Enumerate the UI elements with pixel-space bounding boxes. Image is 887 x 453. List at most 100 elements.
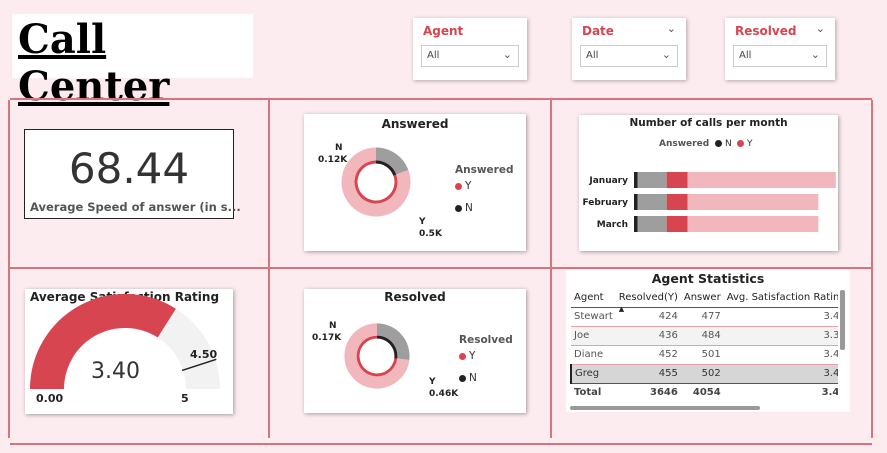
title-box: Call Center bbox=[12, 14, 253, 110]
table-header-row: Agent Resolved(Y) ▲ Answer Avg. Satisfact… bbox=[571, 288, 838, 313]
cell-agent: Greg bbox=[570, 364, 616, 383]
legend-dot-y bbox=[459, 352, 466, 360]
bar-segment[interactable] bbox=[687, 194, 819, 210]
cell-resolved: 436 bbox=[658, 330, 678, 341]
kpi-value: 68.44 bbox=[68, 144, 190, 193]
answered-y-value: 0.5K bbox=[419, 229, 442, 239]
column-header-satisfaction[interactable]: Avg. Satisfaction Ratin bbox=[724, 288, 838, 307]
chevron-down-icon[interactable]: ⌄ bbox=[816, 22, 825, 35]
date-slicer-label: Date bbox=[582, 24, 614, 38]
table-row[interactable]: Joe 436 484 3.3 bbox=[571, 326, 838, 345]
bar-segment[interactable] bbox=[634, 172, 638, 188]
resolved-title: Resolved bbox=[384, 290, 446, 304]
divider-right bbox=[871, 100, 873, 438]
cell-satisfaction: 3.4 bbox=[823, 368, 838, 379]
gauge-value: 3.40 bbox=[91, 359, 140, 384]
table-row[interactable]: Stewart 424 477 3.4 bbox=[571, 307, 838, 326]
gauge-max: 5 bbox=[181, 392, 189, 405]
date-dropdown-value: All bbox=[586, 50, 599, 61]
bar-segment[interactable] bbox=[687, 216, 819, 232]
bar-segment[interactable] bbox=[637, 194, 667, 210]
monthly-card: Number of calls per month Answered N Y J… bbox=[579, 115, 838, 251]
resolved-dropdown[interactable]: All ⌄ bbox=[733, 45, 827, 67]
gauge-target-label: 4.50 bbox=[190, 348, 218, 361]
resolved-legend-title: Resolved bbox=[459, 334, 513, 346]
cell-total-answer: 4054 bbox=[692, 387, 721, 399]
bar-segment[interactable] bbox=[634, 194, 638, 210]
sort-ascending-icon: ▲ bbox=[618, 304, 625, 313]
chevron-down-icon: ⌄ bbox=[810, 48, 820, 61]
gauge-min: 0.00 bbox=[36, 392, 64, 405]
chevron-down-icon[interactable]: ⌄ bbox=[667, 22, 676, 35]
bar-segment[interactable] bbox=[666, 194, 688, 210]
answered-n-label: N bbox=[335, 143, 343, 153]
cell-satisfaction: 3.3 bbox=[823, 330, 838, 341]
answered-n-value: 0.12K bbox=[318, 155, 348, 165]
cell-answer: 477 bbox=[701, 311, 721, 322]
kpi-card: 68.44 Average Speed of answer (in s... bbox=[24, 129, 241, 219]
column-header-answer[interactable]: Answer bbox=[681, 288, 724, 307]
bar-segment[interactable] bbox=[666, 172, 688, 188]
table-total-row: Total 3646 4054 3.4 bbox=[571, 383, 838, 402]
cell-resolved: 455 bbox=[658, 368, 678, 379]
agent-stats-card: Agent Statistics Agent Resolved(Y) ▲ Answ… bbox=[566, 270, 850, 412]
gauge-card: Average Satisfaction Rating 3.40 0.00 5 … bbox=[25, 289, 233, 414]
answered-card: Answered N 0.12K Y 0.5K Answered Y N bbox=[304, 114, 526, 251]
resolved-legend-n-label: N bbox=[469, 372, 477, 384]
agent-stats-table-wrap: Agent Resolved(Y) ▲ Answer Avg. Satisfact… bbox=[570, 288, 838, 406]
divider-top bbox=[10, 98, 872, 100]
category-label: February bbox=[582, 198, 628, 208]
cell-total-label: Total bbox=[574, 387, 602, 399]
chevron-down-icon: ⌄ bbox=[661, 48, 671, 61]
cell-satisfaction: 3.4 bbox=[823, 311, 838, 322]
column-header-resolved[interactable]: Resolved(Y) ▲ bbox=[616, 288, 681, 313]
agent-stats-table: Agent Resolved(Y) ▲ Answer Avg. Satisfact… bbox=[570, 288, 838, 402]
legend-dot-n bbox=[459, 374, 466, 382]
monthly-bar-chart: January February March bbox=[582, 172, 836, 232]
resolved-legend-y[interactable]: Y bbox=[459, 350, 475, 362]
bar-segment[interactable] bbox=[637, 216, 667, 232]
page-title: Call Center bbox=[18, 16, 170, 110]
divider-col-2 bbox=[550, 100, 552, 438]
resolved-slicer[interactable]: Resolved ⌄ All ⌄ bbox=[725, 18, 835, 80]
cell-agent: Stewart bbox=[574, 311, 613, 322]
answered-legend-y[interactable]: Y bbox=[455, 180, 471, 192]
agent-dropdown-value: All bbox=[427, 50, 440, 61]
vertical-scrollbar[interactable] bbox=[840, 290, 845, 350]
agent-slicer[interactable]: Agent All ⌄ bbox=[413, 18, 527, 80]
table-row-selected[interactable]: Greg 455 502 3.4 bbox=[570, 364, 838, 383]
column-header-agent[interactable]: Agent bbox=[571, 288, 616, 307]
table-row[interactable]: Diane 452 501 3.4 bbox=[571, 345, 838, 364]
resolved-y-value: 0.46K bbox=[429, 389, 459, 399]
cell-resolved: 424 bbox=[658, 311, 678, 322]
resolved-n-label: N bbox=[329, 321, 337, 331]
cell-resolved: 452 bbox=[658, 349, 678, 360]
resolved-dropdown-value: All bbox=[739, 50, 752, 61]
answered-legend-n-label: N bbox=[465, 202, 473, 214]
legend-dot-y bbox=[455, 182, 462, 190]
cell-total-satisfaction: 3.4 bbox=[821, 387, 838, 399]
resolved-slicer-label: Resolved bbox=[735, 24, 797, 38]
resolved-card: Resolved N 0.17K Y 0.46K Resolved Y N bbox=[304, 289, 526, 413]
bar-segment[interactable] bbox=[687, 172, 836, 188]
agent-dropdown[interactable]: All ⌄ bbox=[421, 45, 519, 67]
answered-legend-n[interactable]: N bbox=[455, 202, 473, 214]
divider-left bbox=[8, 100, 10, 438]
cell-satisfaction: 3.4 bbox=[823, 349, 838, 360]
chevron-down-icon: ⌄ bbox=[502, 48, 512, 61]
horizontal-scrollbar[interactable] bbox=[570, 406, 760, 410]
date-dropdown[interactable]: All ⌄ bbox=[580, 45, 678, 67]
date-slicer[interactable]: Date ⌄ All ⌄ bbox=[572, 18, 686, 80]
bar-segment[interactable] bbox=[634, 216, 638, 232]
category-label: January bbox=[588, 176, 628, 186]
bar-segment[interactable] bbox=[666, 216, 688, 232]
resolved-legend-y-label: Y bbox=[469, 350, 476, 362]
kpi-label: Average Speed of answer (in s... bbox=[30, 200, 241, 214]
cell-agent: Diane bbox=[574, 349, 604, 360]
bar-segment[interactable] bbox=[637, 172, 667, 188]
resolved-legend-n[interactable]: N bbox=[459, 372, 477, 384]
answered-legend-title: Answered bbox=[455, 164, 514, 176]
answered-y-label: Y bbox=[419, 217, 426, 227]
divider-middle bbox=[10, 267, 872, 269]
cell-answer: 484 bbox=[701, 330, 721, 341]
